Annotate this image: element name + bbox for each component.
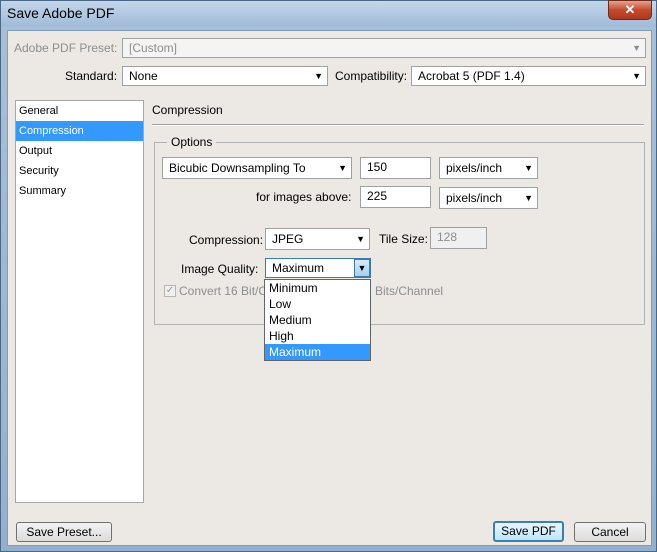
standard-label: Standard: — [65, 69, 118, 83]
convert-label-end: Bits/Channel — [375, 284, 444, 298]
compression-value: JPEG — [272, 232, 304, 246]
chevron-down-icon: ▼ — [524, 163, 533, 173]
compression-label: Compression: — [189, 233, 264, 247]
convert-checkbox: ✓ — [164, 285, 176, 297]
sidebar-item-general[interactable]: General — [16, 101, 143, 121]
section-divider — [152, 124, 644, 126]
quality-option-low[interactable]: Low — [265, 296, 370, 312]
images-above-unit-select[interactable]: pixels/inch ▼ — [439, 187, 538, 209]
image-quality-value: Maximum — [272, 261, 325, 275]
options-group-title: Options — [167, 135, 217, 149]
chevron-down-icon: ▼ — [356, 234, 365, 244]
resolution-input[interactable]: 150 — [360, 157, 431, 179]
images-above-unit-value: pixels/inch — [446, 191, 503, 205]
section-title: Compression — [152, 103, 223, 117]
compression-select[interactable]: JPEG ▼ — [265, 228, 370, 250]
chevron-down-icon: ▼ — [632, 71, 641, 81]
close-icon[interactable]: ✕ — [608, 0, 652, 20]
images-above-label: for images above: — [256, 190, 352, 204]
save-pdf-dialog: Save Adobe PDF ✕ Adobe PDF Preset: [Cust… — [0, 0, 657, 552]
quality-option-minimum[interactable]: Minimum — [265, 280, 370, 296]
compatibility-value: Acrobat 5 (PDF 1.4) — [418, 69, 525, 83]
sidebar-item-compression[interactable]: Compression — [16, 121, 143, 141]
window-title: Save Adobe PDF — [7, 5, 115, 21]
quality-option-medium[interactable]: Medium — [265, 312, 370, 328]
resolution-unit-value: pixels/inch — [446, 161, 503, 175]
chevron-down-icon: ▼ — [524, 193, 533, 203]
convert-label-start: Convert 16 Bit/C — [179, 284, 268, 298]
chevron-down-icon: ▼ — [338, 163, 347, 173]
image-quality-label: Image Quality: — [181, 262, 259, 276]
save-preset-button[interactable]: Save Preset... — [16, 522, 112, 542]
images-above-input[interactable]: 225 — [360, 186, 431, 208]
chevron-down-icon[interactable]: ▼ — [354, 259, 370, 277]
cancel-button[interactable]: Cancel — [574, 522, 646, 542]
dialog-body: Adobe PDF Preset: [Custom] ▼ Standard: N… — [7, 30, 652, 546]
title-bar[interactable]: Save Adobe PDF ✕ — [1, 0, 656, 27]
tile-size-input: 128 — [430, 227, 487, 249]
preset-value: [Custom] — [129, 41, 178, 55]
category-list: General Compression Output Security Summ… — [15, 100, 144, 503]
image-quality-dropdown-list: Minimum Low Medium High Maximum — [264, 279, 371, 361]
quality-option-high[interactable]: High — [265, 328, 370, 344]
resolution-unit-select[interactable]: pixels/inch ▼ — [439, 157, 538, 179]
save-pdf-button[interactable]: Save PDF — [493, 521, 564, 542]
downsampling-select[interactable]: Bicubic Downsampling To ▼ — [162, 157, 352, 179]
sidebar-item-security[interactable]: Security — [16, 161, 143, 181]
downsampling-value: Bicubic Downsampling To — [169, 161, 306, 175]
sidebar-item-output[interactable]: Output — [16, 141, 143, 161]
preset-select: [Custom] ▼ — [122, 38, 646, 58]
compatibility-label: Compatibility: — [335, 69, 408, 83]
preset-label: Adobe PDF Preset: — [14, 41, 118, 55]
chevron-down-icon: ▼ — [632, 43, 641, 53]
sidebar-item-summary[interactable]: Summary — [16, 181, 143, 201]
compatibility-select[interactable]: Acrobat 5 (PDF 1.4) ▼ — [411, 66, 646, 86]
standard-value: None — [129, 69, 158, 83]
quality-option-maximum[interactable]: Maximum — [265, 344, 370, 360]
chevron-down-icon: ▼ — [314, 71, 323, 81]
standard-select[interactable]: None ▼ — [122, 66, 328, 86]
tile-size-label: Tile Size: — [379, 232, 428, 246]
